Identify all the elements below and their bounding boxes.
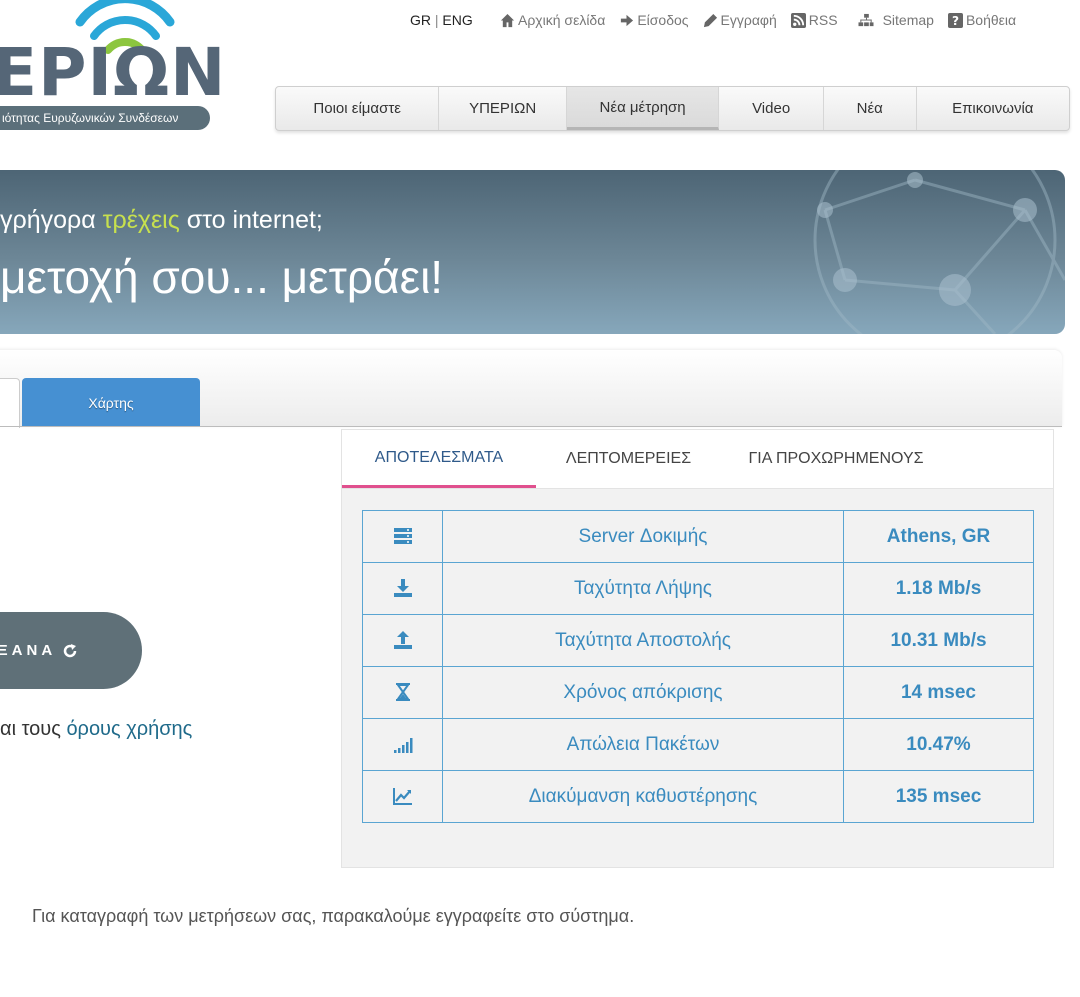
tab-results[interactable]: ΑΠΟΤΕΛΕΣΜΑΤΑ — [342, 430, 536, 488]
nav-contact[interactable]: Επικοινωνία — [917, 87, 1069, 130]
site-logo[interactable]: ΕΡΙΩΝ ιότητας Ευρυζωνικών Συνδέσεων — [0, 0, 225, 135]
help-link[interactable]: ? Βοήθεια — [947, 12, 1016, 28]
registration-note: Για καταγραφή των μετρήσεων σας, παρακαλ… — [32, 906, 635, 926]
banner-slogan: μετοχή σου... μετράει! — [0, 251, 444, 303]
map-tab[interactable]: Χάρτης — [22, 378, 200, 427]
result-value: 10.47% — [843, 718, 1034, 771]
result-value: 10.31 Mb/s — [843, 614, 1034, 667]
rss-icon — [790, 12, 806, 28]
table-row: Ταχύτητα Αποστολής 10.31 Mb/s — [362, 614, 1034, 667]
logo-wordmark: ΕΡΙΩΝ — [0, 34, 227, 111]
result-label: Server Δοκιμής — [442, 510, 844, 563]
result-label: Διακύμανση καθυστέρησης — [442, 770, 844, 823]
results-table: Server Δοκιμής Athens, GR Ταχύτητα Λήψης… — [362, 510, 1034, 823]
trend-chart-icon — [392, 788, 412, 806]
rss-link[interactable]: RSS — [790, 12, 838, 28]
utility-links: Αρχική σελίδα Είσοδος Εγγραφή RSS Sitema… — [500, 12, 1016, 28]
result-value: 1.18 Mb/s — [843, 562, 1034, 615]
nav-yperion[interactable]: ΥΠΕΡΙΩΝ — [439, 87, 567, 130]
terms-of-use-link[interactable]: όρους χρήσης — [66, 718, 192, 740]
result-value: 14 msec — [843, 666, 1034, 719]
home-link[interactable]: Αρχική σελίδα — [500, 12, 605, 28]
login-arrow-icon — [621, 14, 634, 26]
result-value: Athens, GR — [843, 510, 1034, 563]
tab-strip-divider — [0, 426, 1062, 427]
retest-button[interactable]: ΞΑΝΑ — [0, 612, 142, 689]
table-row: Απώλεια Πακέτων 10.47% — [362, 718, 1034, 771]
measurement-tab[interactable] — [0, 378, 20, 428]
nav-about[interactable]: Ποιοι είμαστε — [276, 87, 440, 130]
hourglass-icon — [395, 683, 410, 702]
logo-tagline: ιότητας Ευρυζωνικών Συνδέσεων — [0, 106, 210, 130]
table-row: Χρόνος απόκρισης 14 msec — [362, 666, 1034, 719]
network-graphic-icon — [813, 170, 1065, 334]
server-icon — [393, 528, 412, 545]
lang-gr-link[interactable]: GR — [410, 12, 431, 28]
results-panel: ΑΠΟΤΕΛΕΣΜΑΤΑ ΛΕΠΤΟΜΕΡΕΙΕΣ ΓΙΑ ΠΡΟΧΩΡΗΜΕΝ… — [341, 429, 1054, 868]
result-value: 135 msec — [843, 770, 1034, 823]
banner-headline: γρήγορα τρέχεις στο internet; — [0, 206, 323, 234]
refresh-icon — [63, 643, 77, 657]
language-switcher: GR | ENG — [410, 12, 473, 28]
download-icon — [393, 579, 412, 598]
results-tabs: ΑΠΟΤΕΛΕΣΜΑΤΑ ΛΕΠΤΟΜΕΡΕΙΕΣ ΓΙΑ ΠΡΟΧΩΡΗΜΕΝ… — [342, 430, 1053, 489]
tab-advanced[interactable]: ΓΙΑ ΠΡΟΧΩΡΗΜΕΝΟΥΣ — [721, 430, 951, 488]
nav-news[interactable]: Νέα — [824, 87, 917, 130]
login-link[interactable]: Είσοδος — [619, 12, 689, 28]
hero-banner: γρήγορα τρέχεις στο internet; μετοχή σου… — [0, 170, 1065, 334]
result-label: Χρόνος απόκρισης — [442, 666, 844, 719]
top-bar: GR | ENG Αρχική σελίδα Είσοδος Εγγραφή R… — [410, 12, 1072, 32]
upload-icon — [393, 631, 412, 650]
result-label: Ταχύτητα Λήψης — [442, 562, 844, 615]
lang-eng-link[interactable]: ENG — [442, 12, 472, 28]
terms-text: αι τους όρους χρήσης — [0, 718, 193, 740]
sitemap-icon — [858, 13, 874, 26]
nav-video[interactable]: Video — [719, 87, 824, 130]
table-row: Ταχύτητα Λήψης 1.18 Mb/s — [362, 562, 1034, 615]
pencil-icon — [703, 13, 717, 27]
table-row: Διακύμανση καθυστέρησης 135 msec — [362, 770, 1034, 823]
result-label: Απώλεια Πακέτων — [442, 718, 844, 771]
result-label: Ταχύτητα Αποστολής — [442, 614, 844, 667]
help-icon: ? — [947, 12, 963, 28]
table-row: Server Δοκιμής Athens, GR — [362, 510, 1034, 563]
banner-highlight: τρέχεις — [102, 206, 180, 234]
tab-details[interactable]: ΛΕΠΤΟΜΕΡΕΙΕΣ — [536, 430, 721, 488]
svg-text:?: ? — [952, 14, 959, 28]
main-navigation: Ποιοι είμαστε ΥΠΕΡΙΩΝ Νέα μέτρηση Video … — [275, 86, 1070, 131]
signal-bars-icon — [393, 738, 412, 754]
measurement-tab-strip: Χάρτης — [0, 350, 1062, 428]
home-icon — [500, 13, 515, 27]
register-link[interactable]: Εγγραφή — [703, 12, 777, 28]
sitemap-link[interactable]: Sitemap — [852, 12, 934, 28]
lang-separator: | — [434, 12, 439, 28]
nav-new-measurement[interactable]: Νέα μέτρηση — [566, 87, 720, 130]
